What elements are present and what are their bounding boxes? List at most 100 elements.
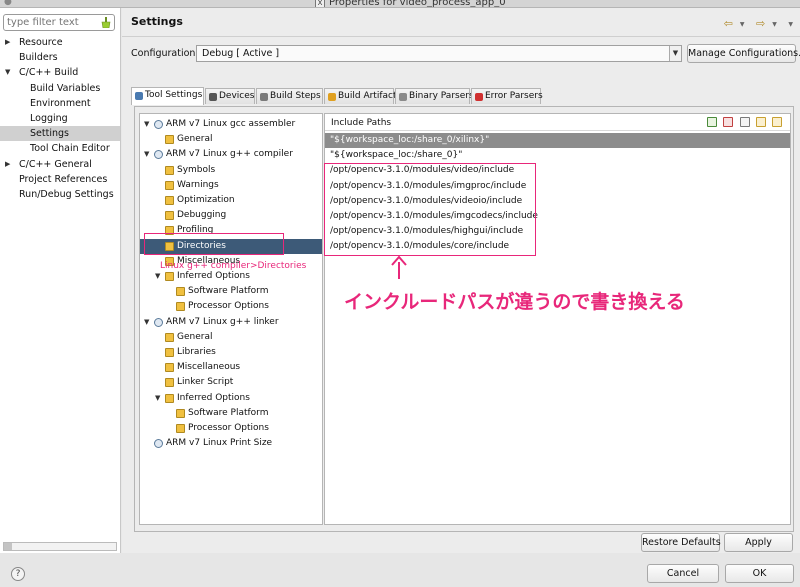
tree-item-inferred-options[interactable]: ▼ Inferred Options bbox=[140, 269, 322, 284]
tree-item-arm-v7-linux-g-linker[interactable]: ▼ ARM v7 Linux g++ linker bbox=[140, 315, 322, 330]
sidebar-item-project-references[interactable]: Project References bbox=[0, 172, 120, 187]
page-title: Settings bbox=[131, 15, 183, 28]
sidebar-item-logging[interactable]: Logging bbox=[0, 111, 120, 126]
view-menu-icon[interactable]: ▼ bbox=[788, 21, 794, 28]
option-category-icon bbox=[165, 348, 174, 357]
help-icon[interactable]: ? bbox=[11, 567, 25, 581]
tree-item-label: ARM v7 Linux g++ compiler bbox=[166, 149, 293, 160]
tree-item-label: ARM v7 Linux Print Size bbox=[166, 438, 273, 449]
tree-item-arm-v7-linux-g-compiler[interactable]: ▼ ARM v7 Linux g++ compiler bbox=[140, 147, 322, 162]
tree-item-general[interactable]: General bbox=[140, 132, 322, 147]
tree-item-arm-v7-linux-gcc-assembler[interactable]: ▼ ARM v7 Linux gcc assembler bbox=[140, 117, 322, 132]
tab-icon bbox=[475, 93, 483, 101]
tab-icon bbox=[399, 93, 407, 101]
sidebar-item-builders[interactable]: Builders bbox=[0, 50, 120, 65]
tab-icon bbox=[260, 93, 268, 101]
option-category-icon bbox=[165, 272, 174, 281]
back-arrow-icon[interactable]: ⇦ bbox=[724, 17, 734, 30]
tree-item-debugging[interactable]: Debugging bbox=[140, 208, 322, 223]
expanded-arrow-icon[interactable]: ▼ bbox=[155, 269, 160, 284]
collapsed-arrow-icon[interactable]: ▶ bbox=[5, 35, 10, 50]
option-category-icon bbox=[165, 135, 174, 145]
sidebar-item-label: Logging bbox=[30, 112, 68, 124]
cancel-button[interactable]: Cancel bbox=[647, 564, 719, 583]
expanded-arrow-icon[interactable]: ▼ bbox=[144, 117, 149, 132]
sidebar-item-resource[interactable]: ▶ Resource bbox=[0, 35, 120, 50]
tree-item-warnings[interactable]: Warnings bbox=[140, 178, 322, 193]
tree-item-symbols[interactable]: Symbols bbox=[140, 163, 322, 178]
tab-tool-settings[interactable]: Tool Settings bbox=[131, 87, 204, 105]
tab-binary-parsers[interactable]: Binary Parsers bbox=[395, 88, 474, 104]
sidebar-horizontal-scrollbar[interactable] bbox=[3, 542, 117, 551]
collapsed-arrow-icon[interactable]: ▶ bbox=[5, 157, 10, 172]
sidebar-item-tool-chain-editor[interactable]: Tool Chain Editor bbox=[0, 141, 120, 156]
delete-path-icon[interactable] bbox=[723, 117, 734, 127]
sidebar-item-environment[interactable]: Environment bbox=[0, 96, 120, 111]
sidebar-item-label: C/C++ General bbox=[19, 158, 92, 170]
tool-settings-tree: ▼ ARM v7 Linux gcc assembler General ▼ ARM v… bbox=[139, 113, 323, 525]
header-divider bbox=[122, 36, 800, 37]
tree-item-inferred-options[interactable]: ▼ Inferred Options bbox=[140, 391, 322, 406]
include-path-item[interactable]: "${workspace_loc:/share_0/xilinx}" bbox=[325, 133, 790, 148]
manage-configurations-button[interactable]: Manage Configurations... bbox=[687, 44, 800, 63]
move-down-icon[interactable] bbox=[772, 117, 782, 127]
forward-arrow-icon[interactable]: ⇨ bbox=[756, 17, 766, 30]
tree-item-label: Linker Script bbox=[177, 377, 234, 388]
tree-item-arm-v7-linux-print-size[interactable]: ARM v7 Linux Print Size bbox=[140, 436, 322, 451]
tab-error-parsers[interactable]: Error Parsers bbox=[471, 88, 543, 104]
restore-defaults-button[interactable]: Restore Defaults bbox=[641, 533, 721, 552]
sidebar-item-run-debug-settings[interactable]: Run/Debug Settings bbox=[0, 187, 120, 202]
sidebar-item-c-c-general[interactable]: ▶ C/C++ General bbox=[0, 157, 120, 172]
sidebar-item-build-variables[interactable]: Build Variables bbox=[0, 81, 120, 96]
expanded-arrow-icon[interactable]: ▼ bbox=[155, 391, 160, 406]
chevron-down-icon[interactable]: ▼ bbox=[669, 46, 681, 61]
tree-item-general[interactable]: General bbox=[140, 330, 322, 345]
tree-item-label: ARM v7 Linux g++ linker bbox=[166, 316, 279, 327]
include-path-item[interactable]: "${workspace_loc:/share_0}" bbox=[325, 148, 790, 163]
tab-label: Build Steps bbox=[270, 91, 321, 101]
clear-filter-icon[interactable] bbox=[101, 17, 111, 28]
configuration-select[interactable]: Debug [ Active ] ▼ bbox=[196, 45, 682, 62]
page-header: Settings ⇦ ▼ ⇨ ▼ ▼ bbox=[122, 8, 800, 34]
expanded-arrow-icon[interactable]: ▼ bbox=[144, 315, 149, 330]
tree-item-miscellaneous[interactable]: Miscellaneous bbox=[140, 360, 322, 375]
tab-label: Error Parsers bbox=[485, 91, 543, 101]
tree-item-linker-script[interactable]: Linker Script bbox=[140, 375, 322, 390]
tab-icon bbox=[209, 93, 217, 101]
tree-item-label: Software Platform bbox=[188, 286, 269, 297]
sidebar-item-c-c-build[interactable]: ▼ C/C++ Build bbox=[0, 65, 120, 80]
option-category-icon bbox=[176, 424, 185, 433]
apply-button[interactable]: Apply bbox=[724, 533, 793, 552]
tree-item-label: General bbox=[177, 331, 213, 342]
ok-button[interactable]: OK bbox=[725, 564, 794, 583]
tree-item-software-platform[interactable]: Software Platform bbox=[140, 406, 322, 421]
tree-item-label: Inferred Options bbox=[177, 392, 250, 403]
property-nav-sidebar: ▶ Resource Builders ▼ C/C++ Build Build Varia… bbox=[0, 8, 121, 553]
tree-item-label: Warnings bbox=[177, 179, 219, 190]
tree-item-optimization[interactable]: Optimization bbox=[140, 193, 322, 208]
filter-input[interactable] bbox=[7, 16, 97, 29]
window-title: Properties for video_process_app_0 bbox=[329, 0, 506, 8]
tree-item-software-platform[interactable]: Software Platform bbox=[140, 284, 322, 299]
tree-item-libraries[interactable]: Libraries bbox=[140, 345, 322, 360]
add-path-icon[interactable] bbox=[707, 117, 718, 127]
expanded-arrow-icon[interactable]: ▼ bbox=[144, 147, 149, 162]
tab-devices[interactable]: Devices bbox=[205, 88, 255, 104]
tab-build-artifact[interactable]: Build Artifact bbox=[324, 88, 397, 104]
include-paths-toolbar bbox=[704, 117, 782, 128]
option-category-icon bbox=[165, 332, 174, 342]
sidebar-item-label: Run/Debug Settings bbox=[19, 188, 114, 200]
scrollbar-thumb[interactable] bbox=[4, 543, 12, 550]
sidebar-item-label: Resource bbox=[19, 37, 63, 48]
tab-build-steps[interactable]: Build Steps bbox=[256, 88, 323, 104]
tree-item-processor-options[interactable]: Processor Options bbox=[140, 421, 322, 436]
tab-label: Build Artifact bbox=[338, 91, 397, 101]
edit-path-icon[interactable] bbox=[739, 117, 750, 127]
back-menu-icon[interactable]: ▼ bbox=[740, 21, 746, 28]
move-up-icon[interactable] bbox=[755, 117, 766, 127]
sidebar-item-settings[interactable]: Settings bbox=[0, 126, 120, 142]
forward-menu-icon[interactable]: ▼ bbox=[772, 21, 778, 28]
tree-item-processor-options[interactable]: Processor Options bbox=[140, 299, 322, 314]
close-window-icon[interactable]: ● bbox=[4, 0, 12, 7]
expanded-arrow-icon[interactable]: ▼ bbox=[5, 65, 10, 80]
